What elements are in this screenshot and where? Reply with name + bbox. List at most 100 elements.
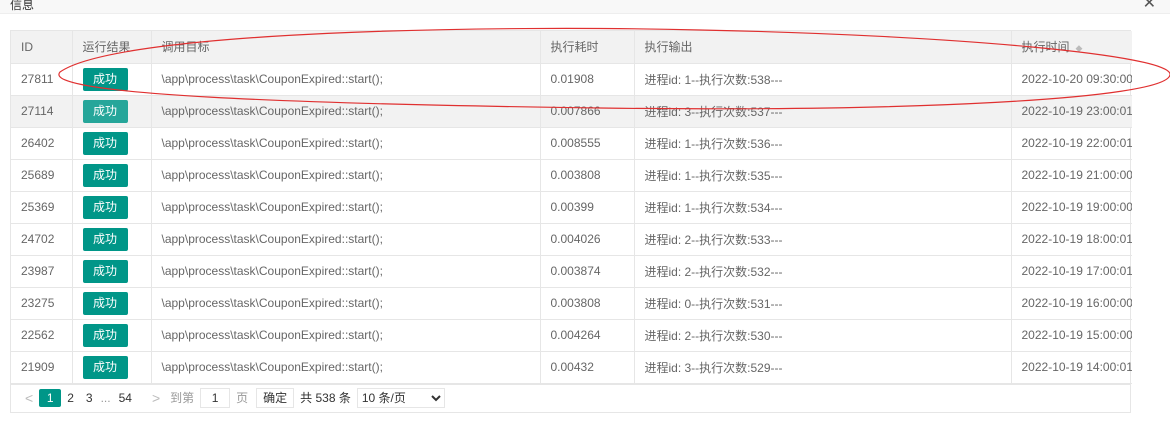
time-text: 2022-10-19 22:00:01 — [1021, 136, 1133, 150]
page-54[interactable]: 54 — [113, 391, 138, 405]
cell-id: 23275 — [11, 287, 73, 320]
duration-text: 0.007866 — [550, 104, 601, 118]
cell-id: 25369 — [11, 191, 73, 224]
cell-target: \app\process\task\CouponExpired::start()… — [151, 319, 541, 352]
cell-status: 成功 — [72, 287, 152, 320]
column-header: 执行耗时 — [540, 31, 635, 64]
output-text: 进程id: 2--执行次数:530--- — [644, 328, 783, 343]
cell-status: 成功 — [72, 223, 152, 256]
cell-id: 24702 — [11, 223, 73, 256]
table-row[interactable]: 24702 成功 \app\process\task\CouponExpired::… — [11, 223, 1132, 256]
column-header: 运行结果 — [72, 31, 152, 64]
table-header: ID 运行结果 调用目标 执行耗时 执行输出 执行时间 ◆ — [11, 31, 1132, 64]
status-badge: 成功 — [82, 259, 128, 283]
log-table: ID 运行结果 调用目标 执行耗时 执行输出 执行时间 ◆ 27811 成功 \app\proc… — [10, 30, 1133, 385]
time-text: 2022-10-19 16:00:00 — [1021, 296, 1133, 310]
table-row[interactable]: 23987 成功 \app\process\task\CouponExpired::… — [11, 255, 1133, 288]
table-row[interactable]: 22562 成功 \app\process\task\CouponExpired::… — [11, 319, 1132, 352]
target-text: \app\process\task\CouponExpired::start()… — [161, 328, 383, 342]
target-text: \app\process\task\CouponExpired::start()… — [161, 264, 383, 278]
column-header-label: 调用目标 — [161, 40, 210, 55]
output-text: 进程id: 2--执行次数:533--- — [644, 232, 783, 247]
cell-time: 2022-10-19 19:00:00 — [1011, 191, 1132, 224]
duration-text: 0.004026 — [550, 232, 601, 246]
column-header: ID — [11, 31, 73, 64]
cell-time: 2022-10-19 22:00:01 — [1011, 127, 1133, 160]
column-header-label: 执行输出 — [644, 40, 693, 55]
status-badge: 成功 — [82, 323, 128, 347]
cell-output: 进程id: 3--执行次数:529--- — [634, 351, 1012, 384]
cell-output: 进程id: 1--执行次数:535--- — [634, 159, 1012, 192]
confirm-button[interactable]: 确定 — [256, 387, 295, 408]
total-count: 共 538 条 — [300, 391, 351, 405]
column-header[interactable]: 执行时间 ◆ — [1011, 31, 1132, 64]
id-text: 23987 — [21, 264, 55, 278]
cell-id: 21909 — [11, 351, 73, 384]
dialog-title: 信息 — [10, 0, 35, 12]
cell-duration: 0.008555 — [540, 127, 635, 160]
page-unit-label: 页 — [236, 391, 249, 405]
cell-status: 成功 — [72, 255, 152, 288]
status-badge: 成功 — [82, 67, 128, 91]
column-header: 执行输出 — [634, 31, 1012, 64]
id-text: 25689 — [21, 168, 55, 182]
page-2[interactable]: 2 — [61, 391, 80, 405]
time-text: 2022-10-20 09:30:00 — [1021, 72, 1133, 86]
sort-icon[interactable]: ◆ — [1076, 43, 1083, 53]
cell-id: 27114 — [11, 95, 73, 128]
cell-time: 2022-10-19 23:00:01 — [1011, 95, 1132, 128]
output-text: 进程id: 1--执行次数:535--- — [644, 168, 783, 183]
table-row[interactable]: 25369 成功 \app\process\task\CouponExpired::… — [11, 191, 1132, 224]
duration-text: 0.008555 — [550, 136, 601, 150]
cell-duration: 0.003808 — [540, 287, 635, 320]
next-page-icon[interactable]: > — [146, 390, 166, 406]
cell-duration: 0.00399 — [540, 191, 635, 224]
time-text: 2022-10-19 17:00:01 — [1021, 264, 1133, 278]
goto-page-input[interactable] — [200, 387, 231, 408]
target-text: \app\process\task\CouponExpired::start()… — [161, 232, 383, 246]
target-text: \app\process\task\CouponExpired::start()… — [161, 168, 383, 182]
status-badge: 成功 — [82, 195, 128, 219]
cell-id: 23987 — [11, 255, 73, 288]
table-row[interactable]: 26402 成功 \app\process\task\CouponExpired::… — [11, 127, 1133, 160]
prev-page-icon[interactable]: < — [19, 390, 39, 406]
column-header-label: 执行时间 — [1021, 40, 1070, 55]
cell-time: 2022-10-19 15:00:00 — [1011, 319, 1132, 352]
cell-target: \app\process\task\CouponExpired::start()… — [151, 95, 541, 128]
id-text: 27811 — [21, 72, 54, 86]
close-icon[interactable]: ✕ — [1143, 0, 1156, 13]
table-row[interactable]: 23275 成功 \app\process\task\CouponExpired::… — [11, 287, 1133, 320]
pagination: < 1 2 3 ... 54 > 到第 页 确定 共 538 条 10 条/页 — [10, 383, 1131, 413]
cell-target: \app\process\task\CouponExpired::start()… — [151, 351, 541, 384]
page-size-select[interactable]: 10 条/页 — [356, 387, 445, 408]
cell-status: 成功 — [72, 191, 152, 224]
cell-id: 25689 — [11, 159, 73, 192]
duration-text: 0.003874 — [550, 264, 601, 278]
goto-label: 到第 — [170, 391, 195, 405]
cell-target: \app\process\task\CouponExpired::start()… — [151, 159, 541, 192]
cell-duration: 0.003808 — [540, 159, 635, 192]
table-row[interactable]: 25689 成功 \app\process\task\CouponExpired::… — [11, 159, 1132, 192]
page-1[interactable]: 1 — [39, 388, 62, 407]
output-text: 进程id: 3--执行次数:537--- — [644, 104, 783, 119]
cell-id: 27811 — [11, 63, 73, 96]
cell-time: 2022-10-20 09:30:00 — [1011, 63, 1133, 96]
output-text: 进程id: 3--执行次数:529--- — [644, 360, 783, 375]
table-row[interactable]: 21909 成功 \app\process\task\CouponExpired::… — [11, 351, 1132, 384]
output-text: 进程id: 0--执行次数:531--- — [644, 296, 783, 311]
id-text: 21909 — [21, 360, 55, 374]
column-header: 调用目标 — [151, 31, 541, 64]
id-text: 22562 — [21, 328, 55, 342]
id-text: 26402 — [21, 136, 55, 150]
duration-text: 0.00432 — [550, 360, 594, 374]
cell-duration: 0.004264 — [540, 319, 635, 352]
cell-time: 2022-10-19 14:00:01 — [1011, 351, 1132, 384]
cell-time: 2022-10-19 16:00:00 — [1011, 287, 1133, 320]
table-row[interactable]: 27811 成功 \app\process\task\CouponExpired::… — [11, 63, 1133, 96]
cell-target: \app\process\task\CouponExpired::start()… — [151, 127, 541, 160]
target-text: \app\process\task\CouponExpired::start()… — [161, 136, 383, 150]
id-text: 25369 — [21, 200, 55, 214]
page-3[interactable]: 3 — [80, 391, 99, 405]
status-badge: 成功 — [82, 131, 128, 155]
table-row[interactable]: 27114 成功 \app\process\task\CouponExpired::… — [11, 95, 1132, 128]
